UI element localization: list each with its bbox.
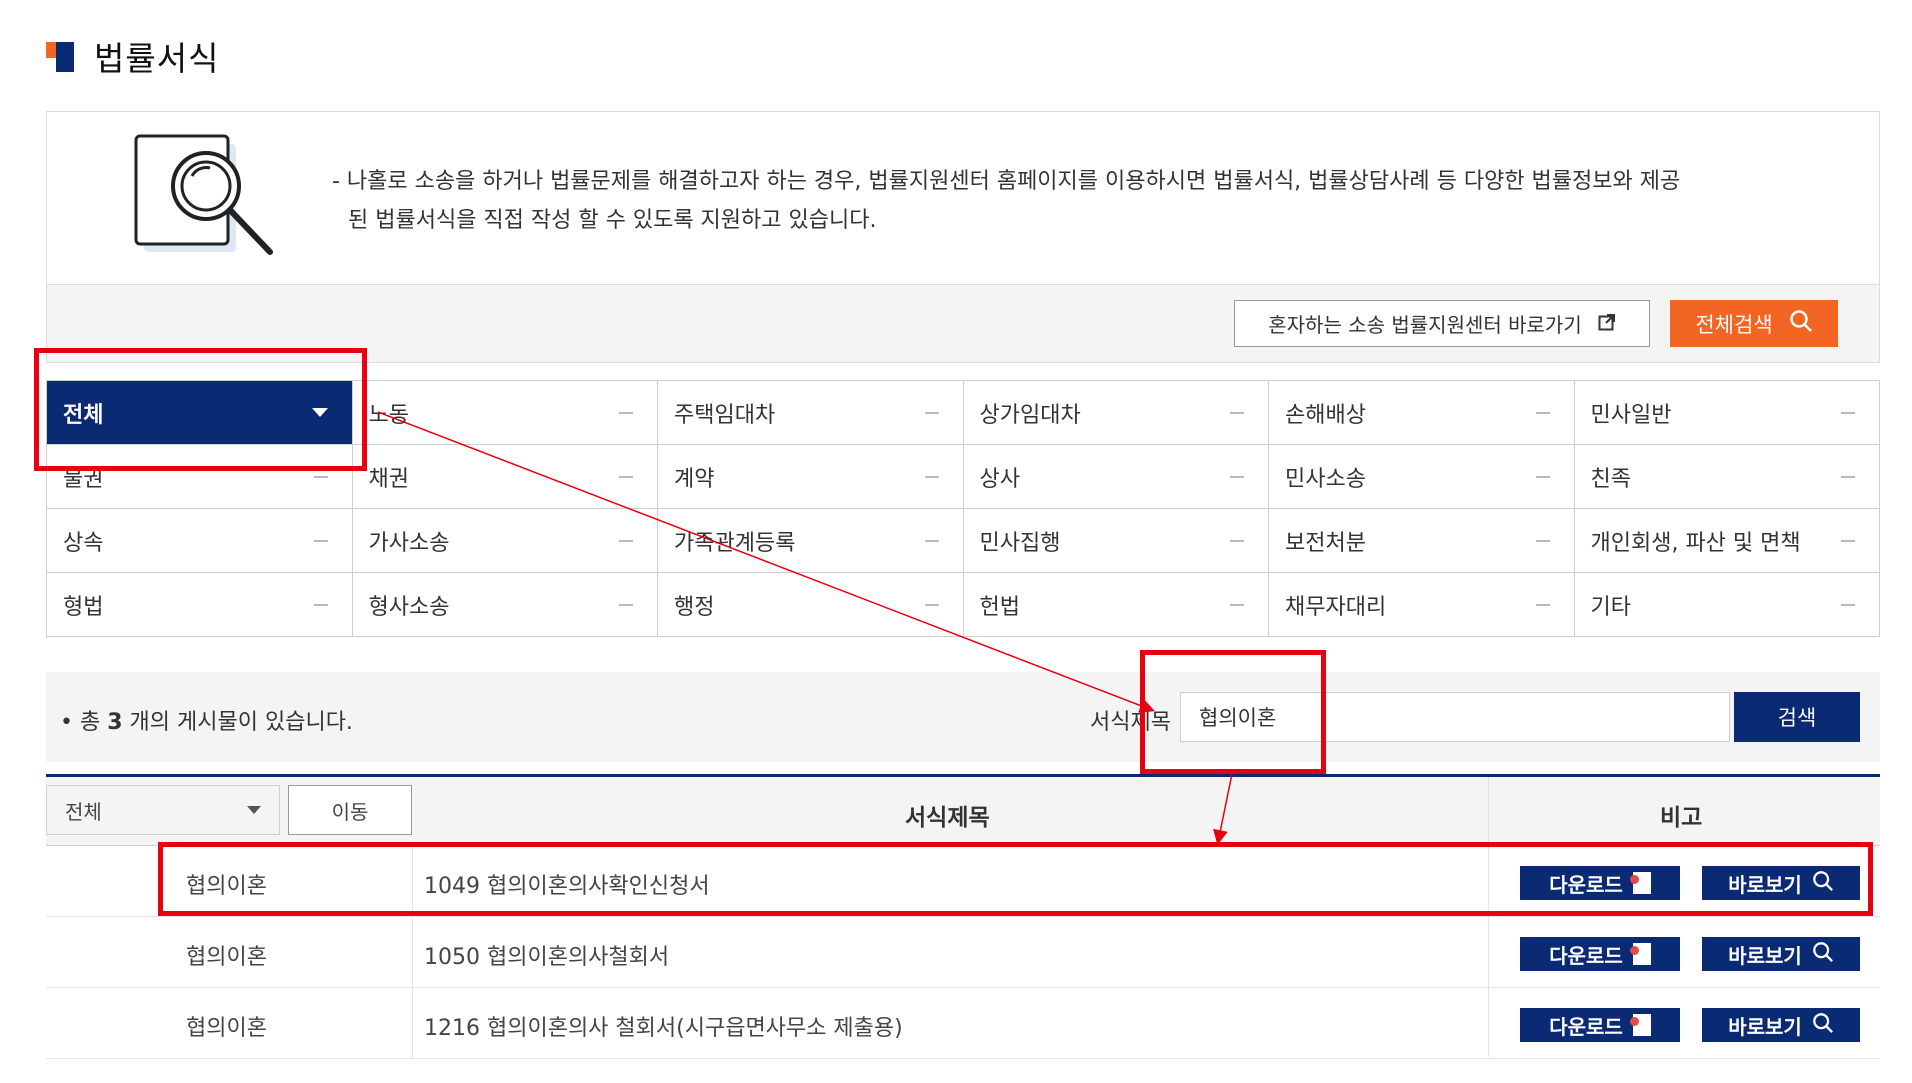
annotation-arrow-1 [377,411,1155,713]
annotation-arrow-2 [1213,773,1233,845]
annotation-arrows [377,411,1233,845]
